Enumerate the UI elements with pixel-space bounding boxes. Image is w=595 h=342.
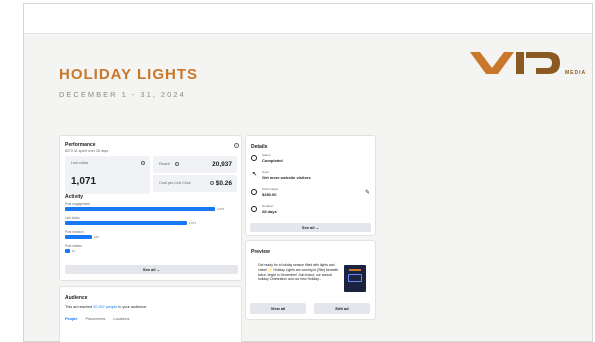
activity-label: Link clicks [65, 216, 80, 220]
details-card: Details Status Completed ↖ Goal Get more… [245, 135, 376, 236]
activity-bar [65, 207, 215, 211]
activity-label: Post engagement [65, 202, 90, 206]
link-clicks-label: Link clicks [71, 161, 89, 165]
activity-title: Activity [65, 194, 84, 200]
activity-bar [65, 235, 92, 239]
details-label: Total budget [262, 187, 279, 191]
audience-tabs: People Placements Locations [65, 317, 130, 321]
top-band [24, 4, 592, 34]
details-label: Goal [262, 170, 269, 174]
performance-title: Performance [65, 142, 96, 148]
activity-label: Post shares [65, 244, 82, 248]
details-label: Status [262, 153, 271, 157]
logo-media-text: MEDIA [565, 70, 587, 76]
details-value: $280.00 [262, 192, 277, 197]
activity-bar [65, 249, 70, 253]
link-clicks-value: 1,071 [71, 176, 97, 187]
details-label: Duration [262, 204, 274, 208]
thumbnail-lights [348, 274, 362, 282]
reach-label: Reach [159, 162, 170, 166]
info-icon[interactable] [141, 161, 145, 165]
cost-per-click-value: $0.26 [215, 180, 232, 187]
preview-ad-text: Get ready for a holiday season filled wi… [258, 263, 339, 282]
tab-placements[interactable]: Placements [85, 317, 105, 321]
preview-title: Preview [251, 249, 270, 255]
status-icon [251, 155, 257, 161]
activity-value: 1,071 [189, 221, 196, 225]
audience-title: Audience [65, 295, 88, 301]
vup-logo [470, 52, 560, 74]
activity-see-all-button[interactable]: See all ⌄ [65, 265, 238, 274]
audience-text: This ad reached 20,937 people in your au… [65, 305, 147, 309]
edit-ad-button[interactable]: Edit ad [314, 303, 370, 314]
cost-per-click-metric[interactable]: Cost per Link Click $0.26 [153, 175, 237, 192]
tab-locations[interactable]: Locations [113, 317, 129, 321]
link-clicks-metric[interactable]: Link clicks 1,071 [65, 156, 150, 194]
activity-value: 3,075 [217, 207, 224, 211]
view-all-button[interactable]: View all [250, 303, 306, 314]
tab-people[interactable]: People [65, 317, 77, 321]
audience-card: Audience This ad reached 20,937 people i… [59, 286, 242, 342]
page-subtitle: DECEMBER 1 - 31, 2024 [59, 90, 186, 99]
thumbnail-heading [349, 269, 361, 271]
performance-card: Performance $270.31 spent over 28 days i… [59, 135, 242, 281]
preview-thumbnail[interactable] [344, 265, 366, 292]
info-icon[interactable]: i [234, 143, 239, 148]
budget-icon [251, 189, 257, 195]
activity-bar [65, 221, 187, 225]
slide-frame: HOLIDAY LIGHTS DECEMBER 1 - 31, 2024 MED… [23, 3, 593, 342]
info-icon[interactable] [210, 181, 214, 185]
pencil-icon[interactable]: ✎ [365, 189, 370, 196]
details-row-status: Status Completed [250, 153, 374, 167]
details-title: Details [251, 144, 268, 150]
performance-subtitle: $270.31 spent over 28 days [65, 149, 109, 153]
details-row-budget: Total budget $280.00 ✎ [250, 187, 374, 201]
activity-value: 10 [72, 249, 76, 253]
details-see-all-button[interactable]: See all ⌄ [250, 223, 371, 232]
details-value: 28 days [262, 209, 277, 214]
details-row-goal: ↖ Goal Get more website visitors [250, 170, 374, 184]
reach-value: 20,937 [212, 161, 232, 168]
cursor-icon: ↖ [252, 172, 258, 178]
page-title: HOLIDAY LIGHTS [59, 66, 199, 83]
audience-text-suffix: in your audience. [117, 305, 148, 309]
audience-people-link[interactable]: 20,937 people [93, 305, 117, 309]
preview-card: Preview Get ready for a holiday season f… [245, 240, 376, 320]
clock-icon [251, 206, 257, 212]
details-value: Completed [262, 158, 283, 163]
activity-label: Post reaction [65, 230, 84, 234]
info-icon[interactable] [175, 162, 179, 166]
details-row-duration: Duration 28 days [250, 204, 374, 218]
reach-metric[interactable]: Reach 20,937 [153, 156, 237, 173]
activity-value: 160 [94, 235, 99, 239]
details-value: Get more website visitors [262, 175, 311, 180]
audience-text-prefix: This ad reached [65, 305, 94, 309]
cost-per-click-label: Cost per Link Click [159, 181, 191, 185]
